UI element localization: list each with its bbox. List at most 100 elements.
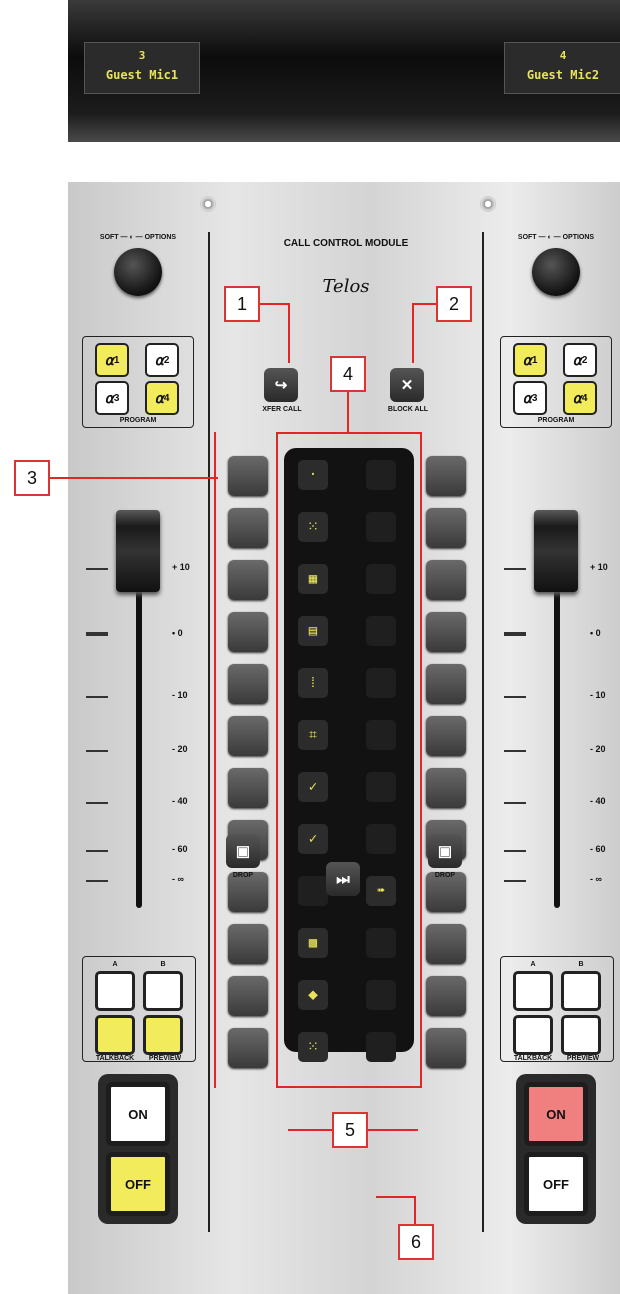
line-button-r12[interactable]	[426, 1028, 466, 1068]
check-icon: ✓	[298, 772, 328, 802]
program-button-1[interactable]: ⍺ 1	[513, 343, 547, 377]
a-label: A	[112, 961, 118, 968]
line-button-6[interactable]	[228, 716, 268, 756]
scale-tick	[504, 568, 526, 570]
lcd-display-left: 3 Guest Mic1	[84, 42, 200, 94]
divider-right	[482, 232, 484, 1232]
line-button-3[interactable]	[228, 560, 268, 600]
scale-label: • 0	[172, 628, 183, 638]
a-button[interactable]	[95, 971, 135, 1011]
preview-button[interactable]	[561, 1015, 601, 1055]
status-cell	[366, 824, 396, 854]
ab-group: A B TALKBACK PREVIEW	[500, 956, 614, 1062]
program-label: PROGRAM	[119, 417, 157, 424]
line-button-r6[interactable]	[426, 716, 466, 756]
line-button-4[interactable]	[228, 612, 268, 652]
line-button-r7[interactable]	[426, 768, 466, 808]
scale-label: - 60	[590, 844, 606, 854]
program-button-3[interactable]: ⍺ 3	[513, 381, 547, 415]
callout-1: 1	[224, 286, 260, 322]
callout-3: 3	[14, 460, 50, 496]
preview-button[interactable]	[143, 1015, 183, 1055]
screw-right	[480, 196, 496, 212]
program-button-1[interactable]: ⍺ 1	[95, 343, 129, 377]
line-button-r4[interactable]	[426, 612, 466, 652]
b-button[interactable]	[561, 971, 601, 1011]
line-button-r5[interactable]	[426, 664, 466, 704]
line-button-11[interactable]	[228, 976, 268, 1016]
status-cell	[366, 512, 396, 542]
line-button-2[interactable]	[228, 508, 268, 548]
scale-tick	[504, 802, 526, 804]
talkback-button[interactable]	[95, 1015, 135, 1055]
status-cell: ▩	[298, 928, 328, 958]
b-label: B	[578, 961, 584, 968]
line-button-12[interactable]	[228, 1028, 268, 1068]
drop-icon: ▣	[437, 843, 453, 860]
drop-label-right: DROP	[434, 872, 456, 879]
xfer-call-button[interactable]: ↪	[264, 368, 298, 402]
line-button-r10[interactable]	[426, 924, 466, 964]
scale-label: - 20	[590, 744, 606, 754]
program-button-4[interactable]: ⍺ 4	[145, 381, 179, 415]
callout-6: 6	[398, 1224, 434, 1260]
line-button-5[interactable]	[228, 664, 268, 704]
scale-label: • 0	[590, 628, 601, 638]
program-button-4[interactable]: ⍺ 4	[563, 381, 597, 415]
status-cell: ⬥	[298, 980, 328, 1010]
callout-line	[412, 303, 436, 305]
preview-label: PREVIEW	[566, 1055, 600, 1062]
talkback-label: TALKBACK	[513, 1055, 553, 1062]
program-button-2[interactable]: ⍺ 2	[563, 343, 597, 377]
line-button-r3[interactable]	[426, 560, 466, 600]
scale-tick	[86, 802, 108, 804]
line-button-r11[interactable]	[426, 976, 466, 1016]
b-button[interactable]	[143, 971, 183, 1011]
callout-2: 2	[436, 286, 472, 322]
on-button-left[interactable]: ON	[106, 1082, 170, 1146]
a-button[interactable]	[513, 971, 553, 1011]
scale-label: - ∞	[172, 874, 184, 884]
callout-line	[347, 392, 349, 432]
scale-tick	[86, 632, 108, 636]
program-group: ⍺ 1 ⍺ 2 ⍺ 3 ⍺ 4 PROGRAM	[82, 336, 194, 428]
line-button-r1[interactable]	[426, 456, 466, 496]
next-button[interactable]: ⏭	[326, 862, 360, 896]
line-button-1[interactable]	[228, 456, 268, 496]
soft-options-label: SOFT — ◐ — OPTIONS	[99, 234, 177, 241]
off-button-left[interactable]: OFF	[106, 1152, 170, 1216]
fader-knob-left[interactable]	[116, 510, 160, 592]
soft-options-knob[interactable]	[532, 248, 580, 296]
check-icon: ✓	[298, 824, 328, 854]
program-num: 4	[581, 392, 588, 404]
transfer-icon: ↪	[274, 377, 288, 394]
drop-button-right[interactable]: ▣	[428, 834, 462, 868]
talkback-label: TALKBACK	[95, 1055, 135, 1062]
on-button-right[interactable]: ON	[524, 1082, 588, 1146]
callout-line	[376, 1196, 416, 1198]
line-button-10[interactable]	[228, 924, 268, 964]
callout-box	[276, 432, 278, 1088]
scale-label: - 10	[590, 690, 606, 700]
b-label: B	[160, 961, 166, 968]
off-button-right[interactable]: OFF	[524, 1152, 588, 1216]
soft-options-knob[interactable]	[114, 248, 162, 296]
lcd-number-right: 4	[559, 49, 567, 62]
scale-tick	[86, 568, 108, 570]
status-cell: ⌗	[298, 720, 328, 750]
line-button-r2[interactable]	[426, 508, 466, 548]
talkback-button[interactable]	[513, 1015, 553, 1055]
fader-knob-right[interactable]	[534, 510, 578, 592]
program-num: 3	[113, 392, 120, 404]
line-button-7[interactable]	[228, 768, 268, 808]
callout-line	[288, 303, 290, 363]
scale-tick	[504, 632, 526, 636]
program-button-2[interactable]: ⍺ 2	[145, 343, 179, 377]
next-label: NEXT	[333, 900, 353, 907]
status-cell	[366, 980, 396, 1010]
drop-button-left[interactable]: ▣	[226, 834, 260, 868]
program-button-3[interactable]: ⍺ 3	[95, 381, 129, 415]
line-status-display: · ⁙ ▦ ▤ ⁞ ⌗ ✓ ✓ ➠ ▩ ⬥ ⁙	[284, 448, 414, 1062]
onoff-bezel-right: ON OFF	[516, 1074, 596, 1224]
block-all-button[interactable]: ✕	[390, 368, 424, 402]
